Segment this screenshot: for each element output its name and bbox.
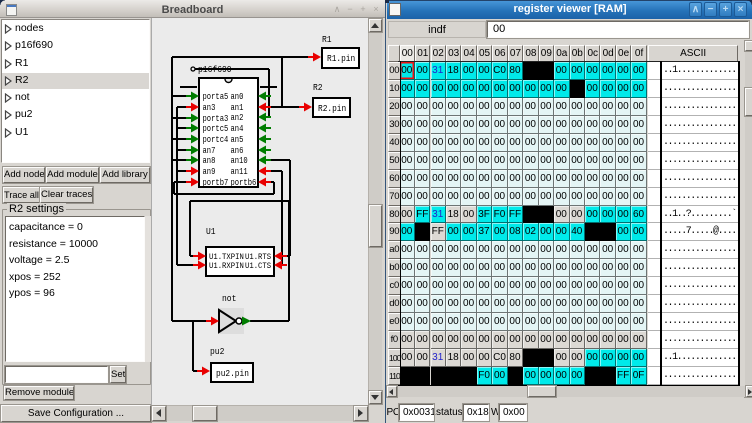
svg-text:an2: an2: [231, 113, 244, 123]
svg-text:an7: an7: [203, 146, 216, 156]
svg-text:an5: an5: [231, 135, 244, 145]
svg-text:R1.pin: R1.pin: [327, 53, 355, 64]
svg-text:pu2: pu2: [210, 347, 224, 357]
svg-text:an10: an10: [231, 156, 248, 166]
svg-text:an11: an11: [231, 167, 248, 177]
svg-text:not: not: [222, 294, 236, 304]
svg-text:portb6: portb6: [231, 178, 257, 188]
svg-text:an9: an9: [203, 167, 216, 177]
svg-text:an4: an4: [231, 124, 244, 134]
svg-text:U1: U1: [206, 227, 216, 237]
svg-text:portc5: portc5: [203, 124, 229, 134]
svg-text:an1: an1: [231, 103, 244, 113]
svg-text:an8: an8: [203, 156, 216, 166]
svg-text:R2.pin: R2.pin: [318, 103, 346, 114]
svg-text:R2: R2: [313, 83, 323, 93]
svg-text:an6: an6: [231, 146, 244, 156]
svg-text:U1.RXPIN: U1.RXPIN: [209, 261, 244, 271]
svg-text:pu2.pin: pu2.pin: [216, 368, 249, 379]
svg-text:porta5: porta5: [203, 92, 229, 102]
svg-text:an0: an0: [231, 92, 244, 102]
svg-text:U1.CTS: U1.CTS: [245, 261, 271, 271]
svg-text:portb7: portb7: [203, 178, 229, 188]
svg-text:R1: R1: [322, 35, 332, 45]
svg-text:an3: an3: [203, 103, 216, 113]
svg-text:porta3: porta3: [203, 114, 229, 124]
svg-text:p16f690: p16f690: [198, 65, 232, 75]
svg-text:portc4: portc4: [203, 135, 229, 145]
